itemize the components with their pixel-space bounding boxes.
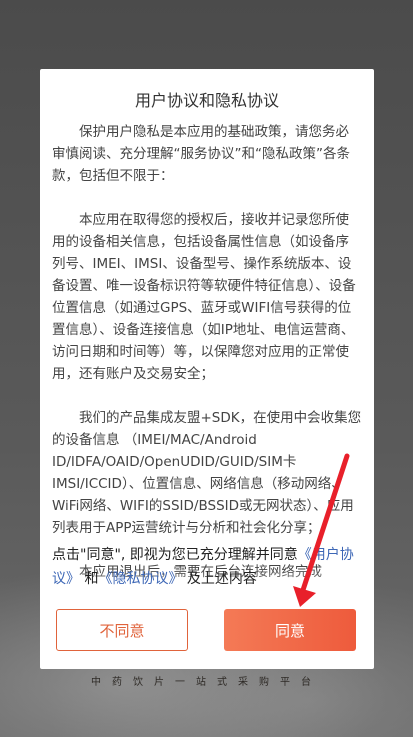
- agreement-dialog: 用户协议和隐私协议 保护用户隐私是本应用的基础政策，请您务必审慎阅读、充分理解“…: [40, 69, 374, 669]
- agree-button[interactable]: 同意: [224, 609, 356, 651]
- agreement-paragraph-2: 本应用在取得您的授权后，接收并记录您所使用的设备相关信息，包括设备属性信息（如设…: [52, 212, 356, 382]
- agreement-scroll-content[interactable]: 保护用户隐私是本应用的基础政策，请您务必审慎阅读、充分理解“服务协议”和“隐私政…: [52, 121, 362, 601]
- agreement-paragraph-1: 保护用户隐私是本应用的基础政策，请您务必审慎阅读、充分理解“服务协议”和“隐私政…: [52, 124, 350, 184]
- tagline: 中药饮片一站式采购平台: [91, 677, 322, 688]
- dialog-title: 用户协议和隐私协议: [134, 91, 279, 110]
- agreement-paragraph-3: 我们的产品集成友盟+SDK，在使用中会收集您的设备信息 （IMEI/MAC/An…: [52, 410, 362, 536]
- consent-and: 和: [84, 571, 99, 587]
- consent-text: 点击"同意", 即视为您已充分理解并同意《用户协议》 和《隐私协议》 及上述内容: [52, 543, 362, 591]
- consent-prefix: 点击"同意", 即视为您已充分理解并同意: [52, 547, 298, 563]
- consent-suffix: 及上述内容: [186, 571, 257, 587]
- disagree-button[interactable]: 不同意: [56, 609, 188, 651]
- privacy-agreement-link[interactable]: 《隐私协议》: [98, 571, 182, 587]
